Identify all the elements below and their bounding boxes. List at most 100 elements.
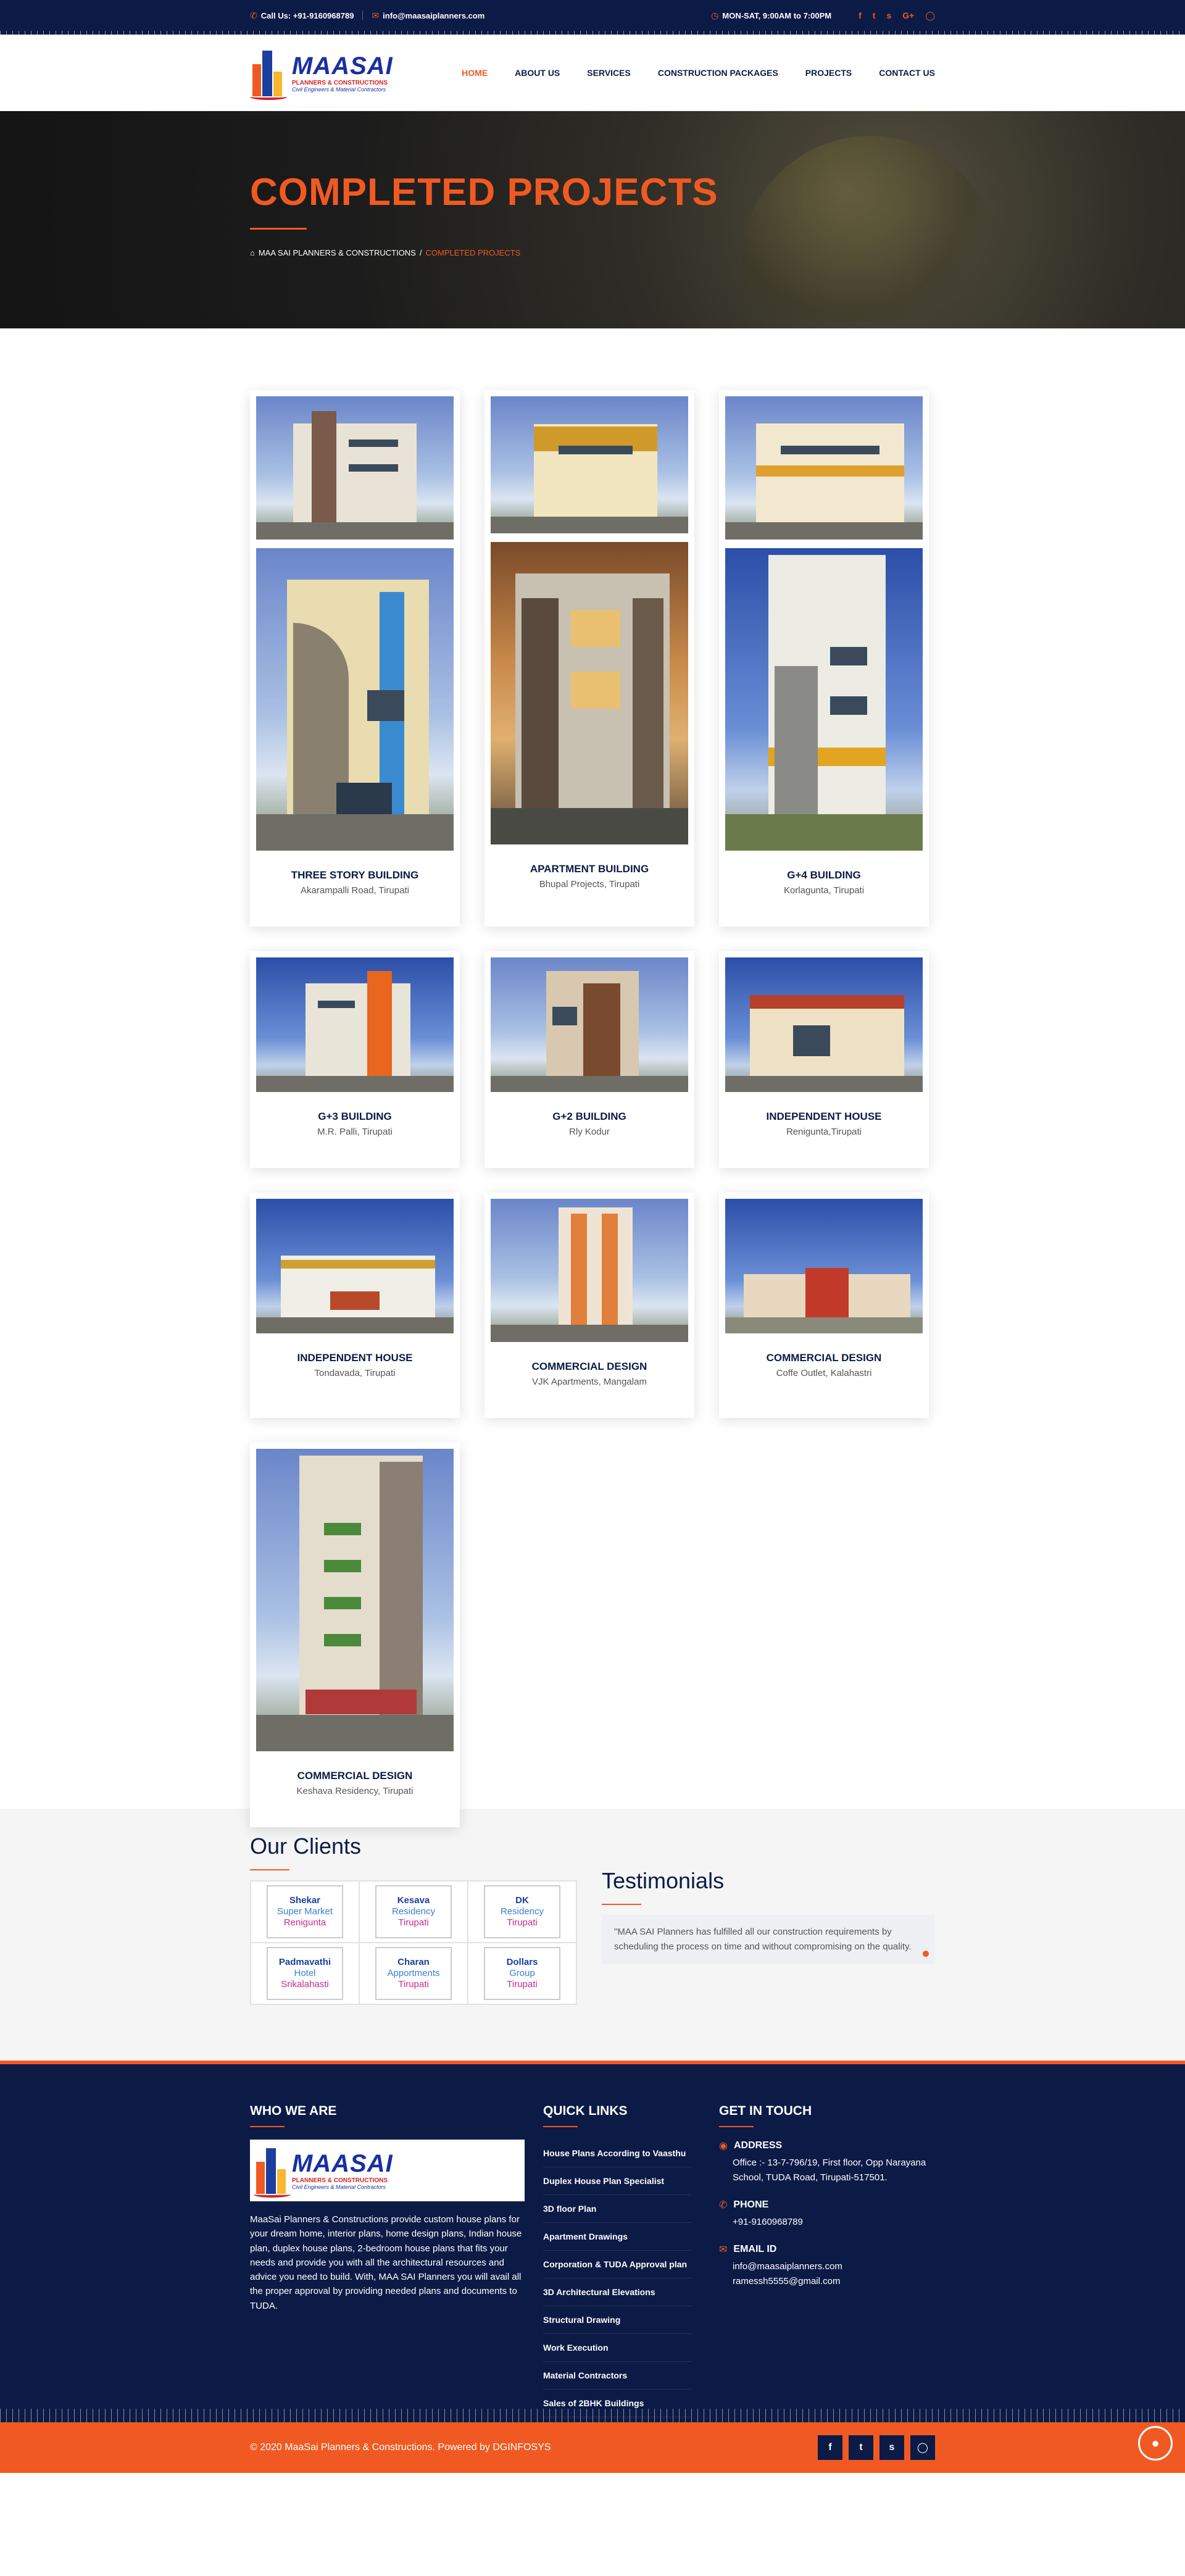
nav-home[interactable]: HOME — [462, 68, 488, 78]
project-image[interactable] — [491, 957, 688, 1092]
project-card[interactable]: THREE STORY BUILDING Akarampalli Road, T… — [250, 390, 460, 927]
project-location: M.R. Palli, Tirupati — [317, 1127, 393, 1137]
nav-construction-packages[interactable]: CONSTRUCTION PACKAGES — [658, 68, 778, 78]
site-header: MAASAI PLANNERS & CONSTRUCTIONS Civil En… — [0, 35, 1185, 111]
quick-link[interactable]: Apartment Drawings — [543, 2223, 691, 2251]
project-card[interactable]: COMMERCIAL DESIGN Coffe Outlet, Kalahast… — [719, 1193, 929, 1418]
quick-link[interactable]: Structural Drawing — [543, 2306, 691, 2334]
quick-link[interactable]: Work Execution — [543, 2334, 691, 2362]
project-image[interactable] — [725, 1199, 923, 1333]
quick-link[interactable]: 3D floor Plan — [543, 2195, 691, 2223]
page-title: COMPLETED PROJECTS — [250, 171, 718, 214]
project-title: APARTMENT BUILDING — [530, 863, 649, 875]
carousel-dot[interactable] — [923, 1951, 929, 1957]
client-logo[interactable]: Kesava Residency Tirupati — [359, 1881, 468, 1943]
client-logo[interactable]: DK Residency Tirupati — [468, 1881, 576, 1943]
facebook-icon[interactable]: f — [818, 2435, 842, 2460]
google-plus-icon[interactable]: G+ — [902, 10, 914, 21]
home-icon[interactable]: ⌂ — [250, 248, 255, 257]
nav-contact-us[interactable]: CONTACT US — [879, 68, 935, 78]
project-image[interactable] — [491, 1199, 688, 1342]
project-image[interactable] — [256, 1449, 454, 1751]
instagram-icon[interactable]: ◯ — [910, 2435, 935, 2460]
footer-heading: WHO WE ARE — [250, 2104, 337, 2118]
project-card[interactable]: COMMERCIAL DESIGN VJK Apartments, Mangal… — [484, 1193, 694, 1418]
project-title: G+4 BUILDING — [787, 869, 861, 881]
quick-link[interactable]: Material Contractors — [543, 2362, 691, 2390]
project-title: COMMERCIAL DESIGN — [766, 1352, 882, 1364]
project-image[interactable] — [491, 542, 688, 844]
breadcrumb-home[interactable]: MAA SAI PLANNERS & CONSTRUCTIONS — [259, 248, 416, 257]
project-location: Rly Kodur — [569, 1127, 610, 1137]
footer-heading: QUICK LINKS — [543, 2104, 628, 2118]
nav-about-us[interactable]: ABOUT US — [515, 68, 560, 78]
project-title: G+2 BUILDING — [552, 1111, 626, 1122]
phone-icon: ✆ — [250, 10, 257, 20]
site-footer: WHO WE ARE MAASAI PLANNERS & CONSTRUCTIO… — [0, 2061, 1185, 2473]
client-logo[interactable]: Padmavathi Hotel Srikalahasti — [251, 1943, 359, 2004]
site-logo[interactable]: MAASAI PLANNERS & CONSTRUCTIONS Civil En… — [250, 44, 404, 101]
heading-underline — [719, 2126, 754, 2127]
clock-icon: ◷ — [711, 10, 719, 20]
project-image[interactable] — [725, 548, 923, 851]
quick-link[interactable]: House Plans According to Vaasthu — [543, 2140, 691, 2167]
footer-who-we-are: WHO WE ARE MAASAI PLANNERS & CONSTRUCTIO… — [250, 2104, 543, 2417]
project-image[interactable] — [256, 1199, 454, 1333]
testimonial-card: "MAA SAI Planners has fulfilled all our … — [602, 1915, 935, 1964]
email-link[interactable]: ramessh5555@gmail.com — [733, 2274, 935, 2289]
project-card[interactable]: G+4 BUILDING Korlagunta, Tirupati — [719, 390, 929, 927]
facebook-icon[interactable]: f — [859, 10, 862, 21]
project-card[interactable]: APARTMENT BUILDING Bhupal Projects, Tiru… — [484, 390, 694, 927]
twitter-icon[interactable]: t — [849, 2435, 873, 2460]
project-image[interactable] — [491, 396, 688, 533]
project-image[interactable] — [256, 957, 454, 1092]
project-card[interactable]: COMMERCIAL DESIGN Keshava Residency, Tir… — [250, 1443, 460, 1827]
projects-grid: COMMERCIAL DESIGN Keshava Residency, Tir… — [250, 1443, 935, 1827]
project-card[interactable]: INDEPENDENT HOUSE Tondavada, Tirupati — [250, 1193, 460, 1418]
project-location: Bhupal Projects, Tirupati — [539, 879, 640, 890]
project-card[interactable]: G+3 BUILDING M.R. Palli, Tirupati — [250, 951, 460, 1168]
project-image[interactable] — [725, 396, 923, 540]
project-title: INDEPENDENT HOUSE — [766, 1111, 882, 1122]
top-social-links: f t s G+ ◯ — [859, 10, 935, 21]
client-logo[interactable]: Shekar Super Market Renigunta — [251, 1881, 359, 1943]
twitter-icon[interactable]: t — [873, 10, 876, 21]
project-location: Keshava Residency, Tirupati — [296, 1786, 414, 1796]
logo-subtagline: Civil Engineers & Material Contractors — [292, 86, 386, 93]
email-contact[interactable]: ✉ info@maasaiplanners.com — [372, 10, 484, 21]
nav-services[interactable]: SERVICES — [587, 68, 631, 78]
client-logo[interactable]: Dollars Group Tirupati — [468, 1943, 576, 2004]
footer-get-in-touch: GET IN TOUCH ◉ ADDRESS Office :- 13-7-796… — [719, 2104, 935, 2417]
project-card[interactable]: G+2 BUILDING Rly Kodur — [484, 951, 694, 1168]
footer-bottom-bar: © 2020 MaaSai Planners & Constructions. … — [0, 2409, 1185, 2473]
instagram-icon[interactable]: ◯ — [925, 10, 935, 21]
footer-logo[interactable]: MAASAI PLANNERS & CONSTRUCTIONS Civil En… — [250, 2140, 525, 2201]
project-card[interactable]: INDEPENDENT HOUSE Renigunta,Tirupati — [719, 951, 929, 1168]
projects-grid: G+3 BUILDING M.R. Palli, Tirupati G+2 BU… — [250, 951, 935, 1168]
project-location: Tondavada, Tirupati — [314, 1368, 396, 1378]
project-image[interactable] — [725, 957, 923, 1092]
email-link[interactable]: info@maasaiplanners.com — [733, 2259, 935, 2274]
quick-link[interactable]: 3D Architectural Elevations — [543, 2278, 691, 2306]
skype-icon[interactable]: s — [886, 10, 891, 21]
divider — [362, 10, 364, 20]
title-underline — [250, 1869, 289, 1870]
quick-link[interactable]: Duplex House Plan Specialist — [543, 2167, 691, 2195]
project-image[interactable] — [256, 548, 454, 851]
footer-quick-links: QUICK LINKS House Plans According to Vaa… — [543, 2104, 719, 2417]
nav-projects[interactable]: PROJECTS — [805, 68, 852, 78]
projects-grid: INDEPENDENT HOUSE Tondavada, Tirupati CO… — [250, 1193, 935, 1418]
testimonials-block: Testimonials "MAA SAI Planners has fulfi… — [602, 1833, 935, 2005]
project-title: G+3 BUILDING — [318, 1111, 392, 1122]
phone-contact[interactable]: ✆ Call Us: +91-9160968789 — [250, 10, 354, 21]
project-title: INDEPENDENT HOUSE — [297, 1352, 413, 1364]
project-image[interactable] — [256, 396, 454, 540]
chat-icon[interactable]: ● — [1138, 2426, 1173, 2461]
quick-link[interactable]: Corporation & TUDA Approval plan — [543, 2251, 691, 2278]
map-pin-icon: ◉ — [719, 2141, 728, 2151]
project-location: VJK Apartments, Mangalam — [532, 1377, 647, 1387]
footer-heading: GET IN TOUCH — [719, 2104, 812, 2118]
skype-icon[interactable]: s — [879, 2435, 904, 2460]
footer-about-text: MaaSai Planners & Constructions provide … — [250, 2214, 522, 2311]
client-logo[interactable]: Charan Apportments Tirupati — [359, 1943, 468, 2004]
